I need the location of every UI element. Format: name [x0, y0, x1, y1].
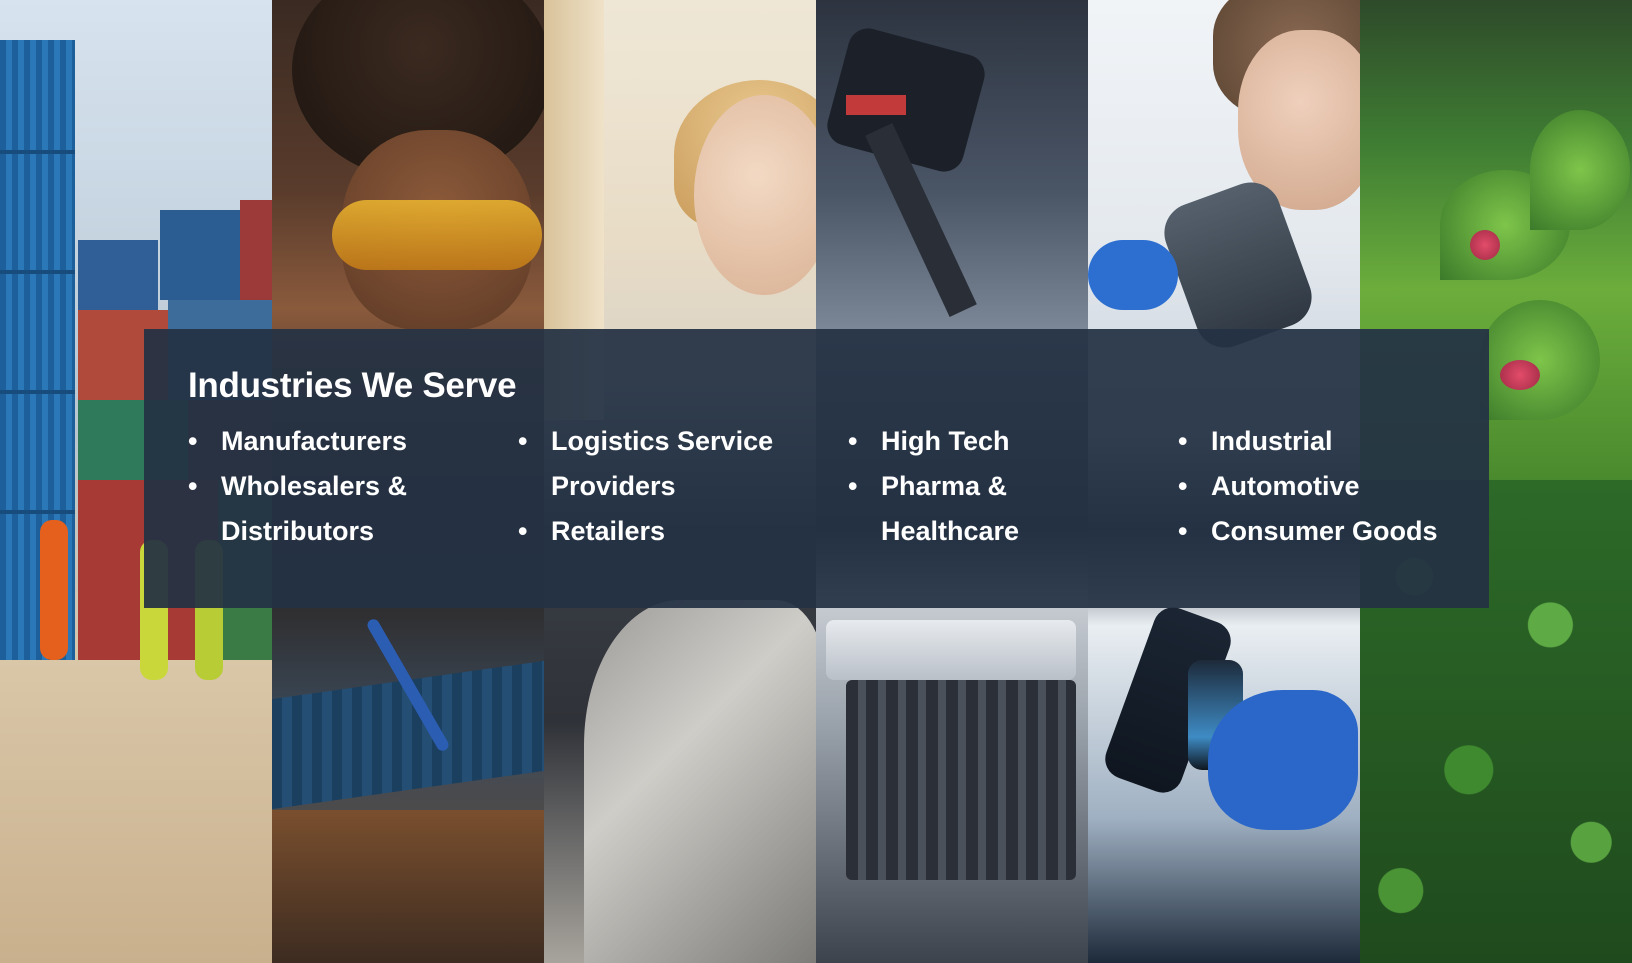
industry-item: Automotive: [1178, 464, 1478, 509]
industry-column-2: Logistics Service Providers Retailers: [518, 419, 818, 554]
industry-item: High Tech: [848, 419, 1148, 464]
industry-item: Retailers: [518, 509, 818, 554]
industry-item: Industrial: [1178, 419, 1478, 464]
industry-column-1: Manufacturers Wholesalers & Distributors: [188, 419, 488, 554]
industry-item: Logistics Service Providers: [518, 419, 791, 509]
industry-item: Manufacturers: [188, 419, 488, 464]
industry-item: Pharma & Healthcare: [848, 464, 1051, 554]
industry-column-3: High Tech Pharma & Healthcare: [848, 419, 1148, 554]
industry-item: Wholesalers & Distributors: [188, 464, 451, 554]
industry-item: Consumer Goods: [1178, 509, 1478, 554]
section-heading: Industries We Serve: [188, 366, 517, 405]
industry-column-4: Industrial Automotive Consumer Goods: [1178, 419, 1478, 554]
industries-panel: Industries We Serve Manufacturers Wholes…: [144, 329, 1489, 608]
